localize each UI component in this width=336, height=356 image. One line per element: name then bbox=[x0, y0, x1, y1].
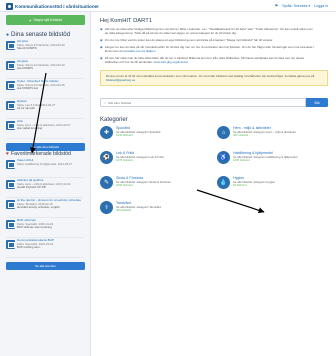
bildstod-status: ska målsid kompling bbox=[17, 127, 43, 130]
bildstod-thumbnail-icon bbox=[6, 81, 15, 90]
my-bildstod-list: Att göra Karta, Stinus & Främlinde, 2014… bbox=[6, 40, 84, 139]
list-item[interactable]: Kommunikationskarta BUP Karta, Specialis… bbox=[6, 239, 84, 258]
see-all-my-bildstod-button[interactable]: Se alla dina bildstöd bbox=[6, 143, 85, 151]
notice-email-link[interactable]: bildstod@goteborg.se bbox=[106, 78, 135, 82]
info-item: ◉ På den här sidan kan du hitta olika bi… bbox=[100, 56, 328, 64]
heart-icon: ♥ bbox=[6, 151, 9, 157]
search-bar: ⌕ Sök bbox=[100, 98, 328, 108]
list-item[interactable]: At the dentist - pictures for an activit… bbox=[6, 199, 84, 218]
search-button[interactable]: Sök bbox=[306, 98, 328, 108]
category-count: 1078 bildstöd bbox=[116, 158, 133, 162]
bildstod-status: BUP oordling sam... bbox=[17, 246, 42, 249]
brand-name: Kommunikationsstöd i vårdsituationer bbox=[15, 3, 99, 9]
info-item: ◉ Här kan du söka efter färdiga bildstöd… bbox=[100, 27, 328, 35]
language-selector[interactable]: Språk: Svenska ▾ bbox=[282, 4, 310, 8]
person-icon: ● bbox=[6, 31, 10, 38]
plus-icon: + bbox=[29, 17, 32, 23]
info-bullet-icon: ◉ bbox=[100, 56, 103, 61]
page-title: Hej KomHIT DART1 bbox=[100, 18, 152, 24]
create-button-label: Skapa nytt bildstöd bbox=[33, 18, 62, 22]
favorites-title: ♥ Favoritmarkerade bildstöd bbox=[6, 151, 84, 157]
category-hygien[interactable]: 💧 Hygien Se alla bildstöd i kategorin Hy… bbox=[217, 176, 330, 198]
category-lek[interactable]: ⚽ Lek & Fritid Se alla bildstöd i katego… bbox=[100, 151, 213, 173]
categories-title: Kategorier bbox=[100, 117, 128, 124]
bildstod-status: pixtaR Psykiatri UP-PB bbox=[17, 186, 46, 189]
bildstod-status: tandvård activity schedule, english bbox=[17, 206, 60, 209]
my-bildstod-title: ● Dina senaste bildstöd bbox=[6, 31, 84, 38]
bildstod-thumbnail-icon bbox=[6, 101, 15, 110]
contact-link[interactable]: kontakta oss via hjälpen bbox=[123, 49, 155, 53]
list-item[interactable]: BUP-skittman Karta, Specialist, 2016-01-… bbox=[6, 219, 84, 238]
list-item[interactable]: Arla Karta, Hem - miljö & aktiviteter, 2… bbox=[6, 120, 84, 139]
sidebar: + Skapa nytt bildstöd ● Dina senaste bil… bbox=[0, 12, 91, 356]
info-bullet-icon: ◉ bbox=[100, 38, 103, 43]
category-count: 1030 bildstöd bbox=[116, 133, 133, 137]
info-list: ◉ Här kan du söka efter färdiga bildstöd… bbox=[100, 27, 328, 64]
list-item[interactable]: Att göra Karta, Stinus & Främlinde, 2014… bbox=[6, 40, 84, 59]
search-field[interactable]: ⌕ bbox=[100, 98, 306, 108]
list-item[interactable]: Djurlek Karta, Lek & Fritid, 2014-03-27 … bbox=[6, 100, 84, 119]
bildstod-status: ska KOMPIS kaz bbox=[17, 87, 39, 90]
wheelchair-icon: ♿ bbox=[217, 151, 230, 165]
category-count: 3206 bildstöd bbox=[116, 183, 133, 187]
bildstod-status: Ska till KOMPIS bbox=[17, 47, 37, 50]
bildstod-status: ska KOMPIS bbox=[17, 67, 34, 70]
notice-text: Denna resurs är till för att underlätta … bbox=[106, 74, 315, 79]
see-all-favorites-button[interactable]: Se alla favoriter bbox=[6, 262, 85, 270]
bildstod-status: vik tur sämsidi bbox=[17, 107, 35, 110]
category-tandvard[interactable]: ⚕ Tandvård Se alla bildstöd i kategorin … bbox=[100, 201, 213, 223]
globe-icon: ⚑ bbox=[274, 3, 279, 8]
info-text: Här kan du söka efter färdiga bildstöd g… bbox=[104, 27, 313, 35]
login-link[interactable]: Logga in bbox=[314, 4, 328, 8]
bildstod-thumbnail-icon bbox=[6, 121, 15, 130]
bildstod-thumbnail-icon bbox=[6, 200, 15, 209]
bildstod-thumbnail-icon bbox=[6, 160, 15, 169]
notice-box: Denna resurs är till för att underlätta … bbox=[100, 70, 328, 87]
favorites-list: Vasen 2014 Karta, Habilitering & hjälpme… bbox=[6, 159, 84, 258]
favorites-title-text: Favoritmarkerade bildstöd bbox=[10, 151, 71, 157]
ball-icon: ⚽ bbox=[100, 151, 113, 165]
droplet-icon: 💧 bbox=[217, 176, 230, 190]
category-sjukvard[interactable]: ✚ Sjukvård Se alla bildstöd i kategorin … bbox=[100, 126, 213, 148]
license-link[interactable]: www.dart-gbg.org/licenser bbox=[154, 60, 189, 64]
category-count: 81 bildstöd bbox=[233, 183, 247, 187]
medical-cross-icon: ✚ bbox=[100, 126, 113, 140]
tooth-icon: ⚕ bbox=[100, 201, 113, 215]
category-habilitering[interactable]: ♿ Habilitering & hjälpmedel Se alla bild… bbox=[217, 151, 330, 173]
info-item: ◉ Längst ner kan du läsa på vår instrukt… bbox=[100, 45, 328, 53]
top-bar: Kommunikationsstöd i vårdsituationer ⚑ S… bbox=[0, 0, 336, 12]
house-icon: ⌂ bbox=[217, 126, 230, 140]
category-count: 469 bildstöd bbox=[116, 208, 132, 212]
list-item[interactable]: Att göra Karta, Stinus & Främlinde, 2014… bbox=[6, 60, 84, 79]
category-skola[interactable]: ✎ Skola & Förskola Se alla bildstöd i ka… bbox=[100, 176, 213, 198]
book-icon: ✎ bbox=[100, 176, 113, 190]
category-count: 402 bildstöd bbox=[233, 133, 249, 137]
bildstod-thumbnail-icon bbox=[6, 41, 15, 50]
bildstod-thumbnail-icon bbox=[6, 180, 15, 189]
info-item: ◉ Om du inte hittar vad du söker kan du … bbox=[100, 38, 328, 42]
top-nav: ⚑ Språk: Svenska ▾ Logga in bbox=[275, 3, 328, 8]
category-count: 1695 bildstöd bbox=[233, 158, 250, 162]
my-bildstod-title-text: Dina senaste bildstöd bbox=[11, 31, 71, 38]
bildstod-thumbnail-icon bbox=[6, 240, 15, 249]
bildstod-status: BUP skittman sammordning bbox=[17, 226, 52, 229]
main-content: Hej KomHIT DART1 ◉ Här kan du söka efter… bbox=[92, 12, 336, 356]
list-item[interactable]: Aktivitet på sjukhus Karta, Hem - miljö … bbox=[6, 179, 84, 198]
list-item[interactable]: Vasen 2014 Karta, Habilitering & hjälpme… bbox=[6, 159, 84, 178]
info-bullet-icon: ◉ bbox=[100, 27, 103, 32]
bildstod-meta: Karta, Habilitering & hjälpmedel, 2014-0… bbox=[17, 162, 73, 166]
search-icon: ⌕ bbox=[104, 100, 106, 105]
info-bullet-icon: ◉ bbox=[100, 45, 103, 50]
brand-logo[interactable]: Kommunikationsstöd i vårdsituationer bbox=[6, 2, 99, 10]
categories-grid: ✚ Sjukvård Se alla bildstöd i kategorin … bbox=[100, 126, 328, 223]
info-text: På den här sidan kan du hitta olika bild… bbox=[104, 56, 304, 65]
bildstod-thumbnail-icon bbox=[6, 220, 15, 229]
info-text: Om du inte hittar vad du söker kan du sk… bbox=[104, 38, 274, 42]
search-input[interactable] bbox=[107, 100, 248, 105]
logo-icon bbox=[6, 2, 13, 10]
create-bildstod-button[interactable]: + Skapa nytt bildstöd bbox=[6, 15, 85, 25]
list-item[interactable]: Cykel - Riverbed Narre Glödet Karta, Sti… bbox=[6, 80, 84, 99]
category-hem[interactable]: ⌂ Hem - miljö & aktiviteter Se alla bild… bbox=[217, 126, 330, 148]
bildstod-thumbnail-icon bbox=[6, 61, 15, 70]
